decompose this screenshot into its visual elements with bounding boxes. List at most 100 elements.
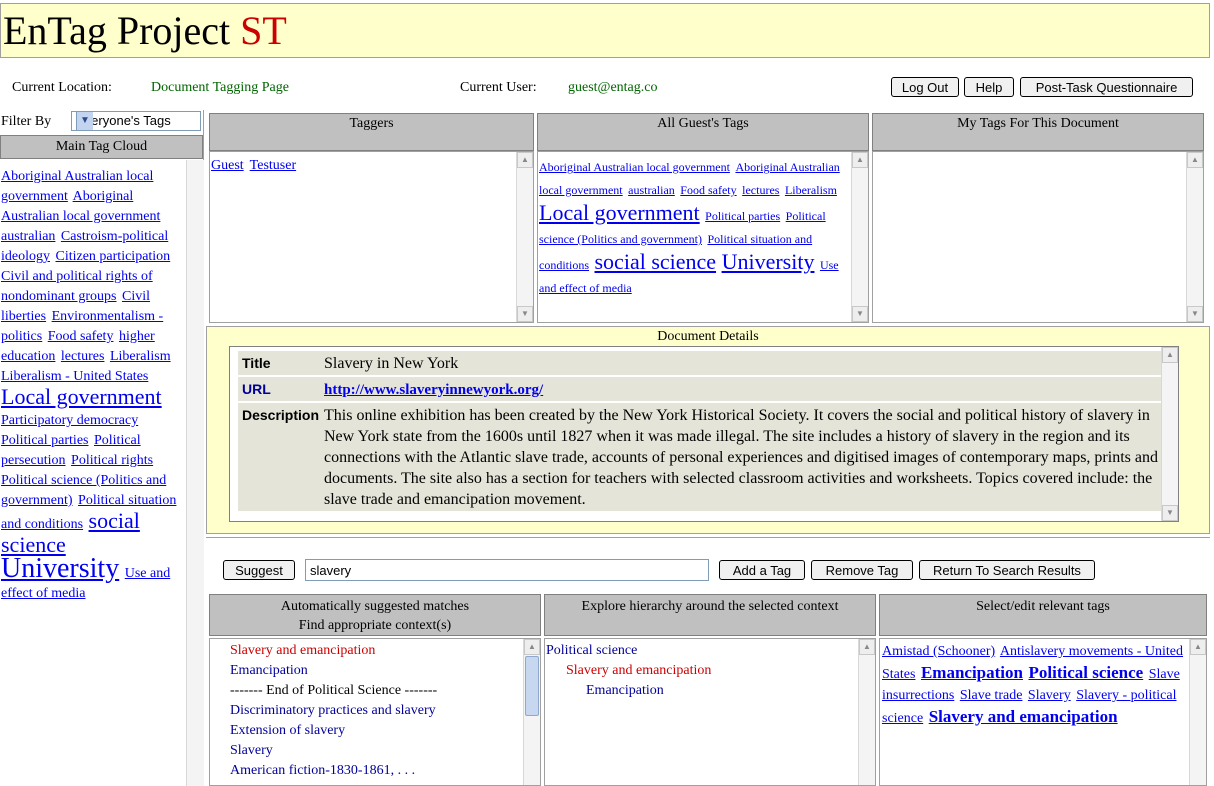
- tag-link[interactable]: Local government: [539, 200, 700, 225]
- tag-link[interactable]: social science: [595, 249, 717, 274]
- main-tag-cloud: Aboriginal Australian local government A…: [1, 167, 186, 604]
- details-scrollbar[interactable]: ▲ ▼: [1161, 347, 1178, 521]
- tag-link[interactable]: Political rights: [71, 453, 153, 468]
- suggest-button[interactable]: Suggest: [223, 560, 295, 580]
- suggestion-item[interactable]: Slavery and emancipation: [230, 641, 437, 661]
- taggers-panel: Guest Testuser ▲ ▼: [209, 151, 534, 323]
- tag-link[interactable]: social science: [1, 508, 140, 557]
- location-label: Current Location:: [12, 80, 112, 95]
- tag-link[interactable]: Liberalism - United States: [1, 369, 148, 384]
- suggested-scrollbar[interactable]: ▲: [523, 639, 540, 785]
- tag-input[interactable]: [305, 559, 709, 581]
- tag-link[interactable]: australian: [1, 229, 55, 244]
- suggested-title: Automatically suggested matches: [280, 599, 470, 614]
- title-value: Slavery in New York: [324, 355, 459, 372]
- tag-link[interactable]: Aboriginal Australian local government: [539, 160, 730, 174]
- tag-link[interactable]: Local government: [1, 384, 162, 409]
- url-cell: http://www.slaveryinnewyork.org/: [322, 377, 1166, 403]
- relevant-panel: Amistad (Schooner) Antislavery movements…: [879, 638, 1207, 786]
- tag-link[interactable]: Liberalism: [110, 349, 171, 364]
- scroll-down-icon[interactable]: ▼: [1162, 505, 1178, 521]
- suggestion-item: ------- End of Political Science -------: [230, 683, 438, 698]
- details-row-description: Description This online exhibition has b…: [238, 403, 1166, 511]
- url-link[interactable]: http://www.slaveryinnewyork.org/: [324, 382, 543, 398]
- tag-link[interactable]: Political parties: [1, 433, 88, 448]
- scroll-up-icon[interactable]: ▲: [517, 152, 533, 168]
- description-value: This online exhibition has been created …: [324, 407, 1158, 508]
- tag-link[interactable]: Slavery: [1028, 688, 1071, 703]
- tag-link[interactable]: Food safety: [680, 183, 736, 197]
- tag-link[interactable]: University: [1, 553, 119, 584]
- tag-link[interactable]: Amistad (Schooner): [882, 644, 995, 659]
- suggestion-item[interactable]: Discriminatory practices and slavery: [230, 701, 437, 721]
- tag-link[interactable]: Food safety: [48, 329, 114, 344]
- scroll-down-icon[interactable]: ▼: [852, 306, 868, 322]
- scroll-up-icon[interactable]: ▲: [1190, 639, 1206, 655]
- hierarchy-item[interactable]: Political science: [546, 641, 711, 661]
- my-tags-scrollbar[interactable]: ▲ ▼: [1186, 152, 1203, 322]
- tag-link[interactable]: Slave trade: [960, 688, 1023, 703]
- relevant-scrollbar[interactable]: ▲: [1189, 639, 1206, 785]
- details-row-url: URL http://www.slaveryinnewyork.org/: [238, 377, 1166, 401]
- app-banner: EnTag Project ST: [0, 3, 1210, 58]
- app-title-main: EnTag Project: [3, 8, 231, 53]
- main-tag-cloud-header: Main Tag Cloud: [0, 135, 203, 159]
- suggestion-item[interactable]: Emancipation: [230, 661, 437, 681]
- relevant-tags: Amistad (Schooner) Antislavery movements…: [882, 641, 1188, 729]
- tag-link[interactable]: australian: [628, 183, 675, 197]
- tagger-link[interactable]: Guest: [211, 158, 244, 173]
- tag-link[interactable]: Political parties: [705, 209, 780, 223]
- scroll-up-icon[interactable]: ▲: [859, 639, 875, 655]
- hierarchy-item[interactable]: Emancipation: [546, 681, 711, 701]
- app-title-suffix: ST: [240, 8, 287, 53]
- hierarchy-panel: Political science Slavery and emancipatio…: [544, 638, 876, 786]
- add-tag-button[interactable]: Add a Tag: [719, 560, 805, 580]
- help-button[interactable]: Help: [964, 77, 1014, 97]
- chevron-down-icon[interactable]: ▼: [76, 112, 93, 130]
- title-label: Title: [242, 355, 271, 371]
- tag-link[interactable]: Liberalism: [785, 183, 837, 197]
- questionnaire-button[interactable]: Post-Task Questionnaire: [1020, 77, 1193, 97]
- tag-link[interactable]: Political science: [1028, 663, 1143, 682]
- all-tags-cloud: Aboriginal Australian local government A…: [539, 156, 851, 300]
- tag-link[interactable]: Citizen participation: [56, 249, 171, 264]
- hierarchy-item[interactable]: Slavery and emancipation: [546, 661, 711, 681]
- url-label: URL: [242, 381, 271, 397]
- scroll-down-icon[interactable]: ▼: [1187, 306, 1203, 322]
- tag-link[interactable]: lectures: [742, 183, 779, 197]
- scroll-up-icon[interactable]: ▲: [524, 639, 540, 655]
- scroll-up-icon[interactable]: ▲: [1187, 152, 1203, 168]
- scroll-thumb[interactable]: [525, 656, 539, 716]
- tag-link[interactable]: Slavery and emancipation: [929, 707, 1118, 726]
- details-row-title: Title Slavery in New York: [238, 351, 1166, 375]
- return-to-search-button[interactable]: Return To Search Results: [919, 560, 1095, 580]
- suggestion-item[interactable]: Slavery: [230, 741, 437, 761]
- all-tags-header: All Guest's Tags: [537, 113, 869, 151]
- logout-button[interactable]: Log Out: [891, 77, 959, 97]
- user-value: guest@entag.co: [568, 80, 658, 95]
- tag-link[interactable]: Emancipation: [921, 663, 1023, 682]
- app-title: EnTag Project ST: [3, 9, 287, 53]
- tag-link[interactable]: Participatory democracy: [1, 413, 138, 428]
- scroll-up-icon[interactable]: ▲: [852, 152, 868, 168]
- tag-link[interactable]: lectures: [61, 349, 105, 364]
- filter-select[interactable]: Everyone's Tags ▼: [71, 111, 201, 131]
- taggers-header: Taggers: [209, 113, 534, 151]
- suggestion-item[interactable]: American fiction-1830-1861, . . .: [230, 761, 437, 781]
- all-tags-panel: Aboriginal Australian local government A…: [537, 151, 869, 323]
- remove-tag-button[interactable]: Remove Tag: [811, 560, 913, 580]
- taggers-list: Guest Testuser: [211, 156, 302, 176]
- scroll-down-icon[interactable]: ▼: [517, 306, 533, 322]
- user-label: Current User:: [460, 80, 537, 95]
- taggers-scrollbar[interactable]: ▲ ▼: [516, 152, 533, 322]
- tagger-link[interactable]: Testuser: [250, 158, 296, 173]
- scroll-up-icon[interactable]: ▲: [1162, 347, 1178, 363]
- suggested-panel: Slavery and emancipation Emancipation ----…: [209, 638, 541, 786]
- tag-link[interactable]: University: [722, 249, 815, 274]
- hierarchy-scrollbar[interactable]: ▲: [858, 639, 875, 785]
- document-details: Document Details Title Slavery in New Yo…: [206, 326, 1210, 534]
- all-tags-scrollbar[interactable]: ▲ ▼: [851, 152, 868, 322]
- sidebar-scrollbar[interactable]: [186, 160, 204, 786]
- description-label: Description: [242, 407, 320, 423]
- suggestion-item[interactable]: Extension of slavery: [230, 721, 437, 741]
